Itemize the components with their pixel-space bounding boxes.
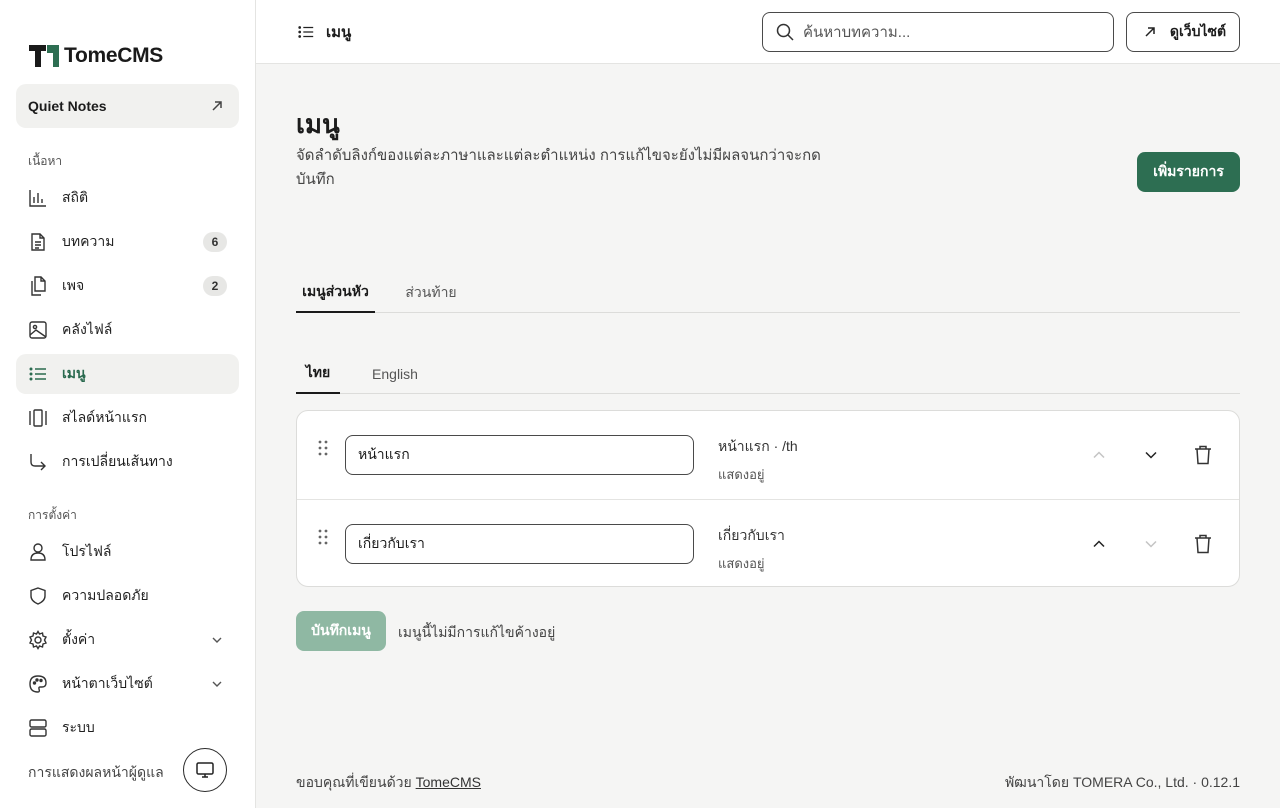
menu-item-label-input[interactable] bbox=[345, 524, 694, 564]
chevron-down-icon bbox=[207, 630, 227, 650]
trash-icon[interactable] bbox=[1183, 435, 1223, 475]
footer-tomecms-link[interactable]: TomeCMS bbox=[416, 774, 481, 790]
arrow-up-right-icon bbox=[207, 96, 227, 116]
sidebar-item-label: เพจ bbox=[62, 277, 85, 293]
sidebar-item-menus[interactable]: เมนู bbox=[16, 354, 239, 394]
sidebar-item-label: หน้าตาเว็บไซต์ bbox=[62, 675, 153, 691]
menu-item-row: หน้าแรก · /th แสดงอยู่ bbox=[297, 411, 1239, 499]
admin-display-label: การแสดงผลหน้าผู้ดูแล bbox=[28, 764, 164, 780]
count-badge: 2 bbox=[203, 276, 227, 296]
sidebar: TomeCMS Quiet Notes เนื้อหา สถิติ บทความ… bbox=[0, 0, 256, 808]
sidebar-item-appearance[interactable]: หน้าตาเว็บไซต์ bbox=[16, 664, 239, 704]
gallery-icon bbox=[28, 408, 48, 428]
list-icon bbox=[28, 364, 48, 384]
sidebar-item-label: สไลด์หน้าแรก bbox=[62, 409, 147, 425]
menu-item-status: แสดงอยู่ bbox=[718, 467, 765, 482]
arrow-up-right-icon bbox=[1140, 22, 1160, 42]
tab-language-english[interactable]: English bbox=[360, 354, 430, 394]
brand-logo[interactable]: TomeCMS bbox=[28, 42, 163, 70]
search-icon bbox=[775, 22, 795, 42]
sidebar-item-label: เมนู bbox=[62, 365, 86, 381]
sidebar-item-label: ความปลอดภัย bbox=[62, 587, 149, 603]
search-box[interactable] bbox=[762, 12, 1114, 52]
view-site-label: ดูเว็บไซต์ bbox=[1169, 23, 1227, 39]
language-tabs: ไทย English bbox=[296, 353, 1240, 394]
footer-thanks: ขอบคุณที่เขียนด้วย TomeCMS bbox=[296, 772, 481, 794]
palette-icon bbox=[28, 674, 48, 694]
image-icon bbox=[28, 320, 48, 340]
location-tabs: เมนูส่วนหัว ส่วนท้าย bbox=[296, 272, 1240, 313]
site-name: Quiet Notes bbox=[28, 98, 107, 114]
move-down-button[interactable] bbox=[1131, 524, 1171, 564]
topbar-title: เมนู bbox=[296, 20, 351, 44]
footer-thanks-text: ขอบคุณที่เขียนด้วย bbox=[296, 774, 412, 790]
sidebar-item-label: คลังไฟล์ bbox=[62, 321, 113, 337]
save-menu-button[interactable]: บันทึกเมนู bbox=[296, 611, 386, 651]
save-status-text: เมนูนี้ไม่มีการแก้ไขค้างอยู่ bbox=[398, 624, 556, 640]
tab-language-thai[interactable]: ไทย bbox=[296, 354, 340, 394]
page-description: จัดลำดับลิงก์ของแต่ละภาษาและแต่ละตำแหน่ง… bbox=[296, 147, 821, 188]
menu-item-target: หน้าแรก · /th bbox=[718, 438, 798, 454]
sidebar-item-pages[interactable]: เพจ 2 bbox=[16, 266, 239, 306]
move-up-button[interactable] bbox=[1079, 435, 1119, 475]
content-section-label: เนื้อหา bbox=[28, 154, 63, 168]
sidebar-item-label: การเปลี่ยนเส้นทาง bbox=[62, 453, 173, 469]
admin-display-toggle[interactable] bbox=[183, 748, 227, 792]
site-switcher[interactable]: Quiet Notes bbox=[16, 84, 239, 128]
move-up-button[interactable] bbox=[1079, 524, 1119, 564]
view-site-button[interactable]: ดูเว็บไซต์ bbox=[1126, 12, 1240, 52]
sidebar-item-label: ตั้งค่า bbox=[62, 631, 96, 647]
menu-item-row: เกี่ยวกับเรา แสดงอยู่ bbox=[297, 499, 1239, 586]
brand-name: TomeCMS bbox=[64, 44, 164, 67]
sidebar-item-label: ระบบ bbox=[62, 719, 95, 735]
trash-icon[interactable] bbox=[1183, 524, 1223, 564]
menu-items-list: หน้าแรก · /th แสดงอยู่ เกี่ยวกับเรา แสดง… bbox=[296, 410, 1240, 587]
menu-item-label-input[interactable] bbox=[345, 435, 694, 475]
add-item-button[interactable]: เพิ่มรายการ bbox=[1137, 152, 1240, 192]
sidebar-item-redirects[interactable]: การเปลี่ยนเส้นทาง bbox=[16, 442, 239, 482]
tab-footer-menu[interactable]: ส่วนท้าย bbox=[395, 273, 467, 313]
count-badge: 6 bbox=[203, 232, 227, 252]
sidebar-item-label: บทความ bbox=[62, 233, 115, 249]
menu-item-status: แสดงอยู่ bbox=[718, 556, 765, 571]
sidebar-item-stats[interactable]: สถิติ bbox=[16, 178, 239, 218]
sidebar-item-settings[interactable]: ตั้งค่า bbox=[16, 620, 239, 660]
list-icon bbox=[296, 22, 316, 42]
sidebar-item-label: สถิติ bbox=[62, 189, 89, 205]
menu-item-target: เกี่ยวกับเรา bbox=[718, 527, 785, 543]
sidebar-item-profile[interactable]: โปรไฟล์ bbox=[16, 532, 239, 572]
drag-handle-icon[interactable] bbox=[317, 528, 329, 546]
sidebar-item-security[interactable]: ความปลอดภัย bbox=[16, 576, 239, 616]
page-title: เมนู bbox=[296, 109, 340, 139]
chevron-down-icon bbox=[207, 674, 227, 694]
files-icon bbox=[28, 276, 48, 296]
gear-icon bbox=[28, 630, 48, 650]
shield-icon bbox=[28, 586, 48, 606]
monitor-icon bbox=[195, 760, 215, 780]
search-input[interactable] bbox=[803, 23, 1101, 41]
settings-section-label: การตั้งค่า bbox=[28, 508, 77, 522]
tomecms-logo-icon bbox=[28, 42, 60, 70]
drag-handle-icon[interactable] bbox=[317, 439, 329, 457]
server-icon bbox=[28, 718, 48, 738]
topbar-title-label: เมนู bbox=[326, 24, 352, 41]
move-down-button[interactable] bbox=[1131, 435, 1171, 475]
sidebar-item-slides[interactable]: สไลด์หน้าแรก bbox=[16, 398, 239, 438]
topbar: เมนู ดูเว็บไซต์ bbox=[256, 0, 1280, 64]
redirect-icon bbox=[28, 452, 48, 472]
file-text-icon bbox=[28, 232, 48, 252]
footer-credit: พัฒนาโดย TOMERA Co., Ltd. · 0.12.1 bbox=[1004, 774, 1240, 790]
bar-chart-icon bbox=[28, 188, 48, 208]
sidebar-item-articles[interactable]: บทความ 6 bbox=[16, 222, 239, 262]
sidebar-item-media[interactable]: คลังไฟล์ bbox=[16, 310, 239, 350]
user-icon bbox=[28, 542, 48, 562]
tab-header-menu[interactable]: เมนูส่วนหัว bbox=[296, 273, 375, 313]
sidebar-item-label: โปรไฟล์ bbox=[62, 543, 112, 559]
sidebar-item-system[interactable]: ระบบ bbox=[16, 708, 239, 748]
